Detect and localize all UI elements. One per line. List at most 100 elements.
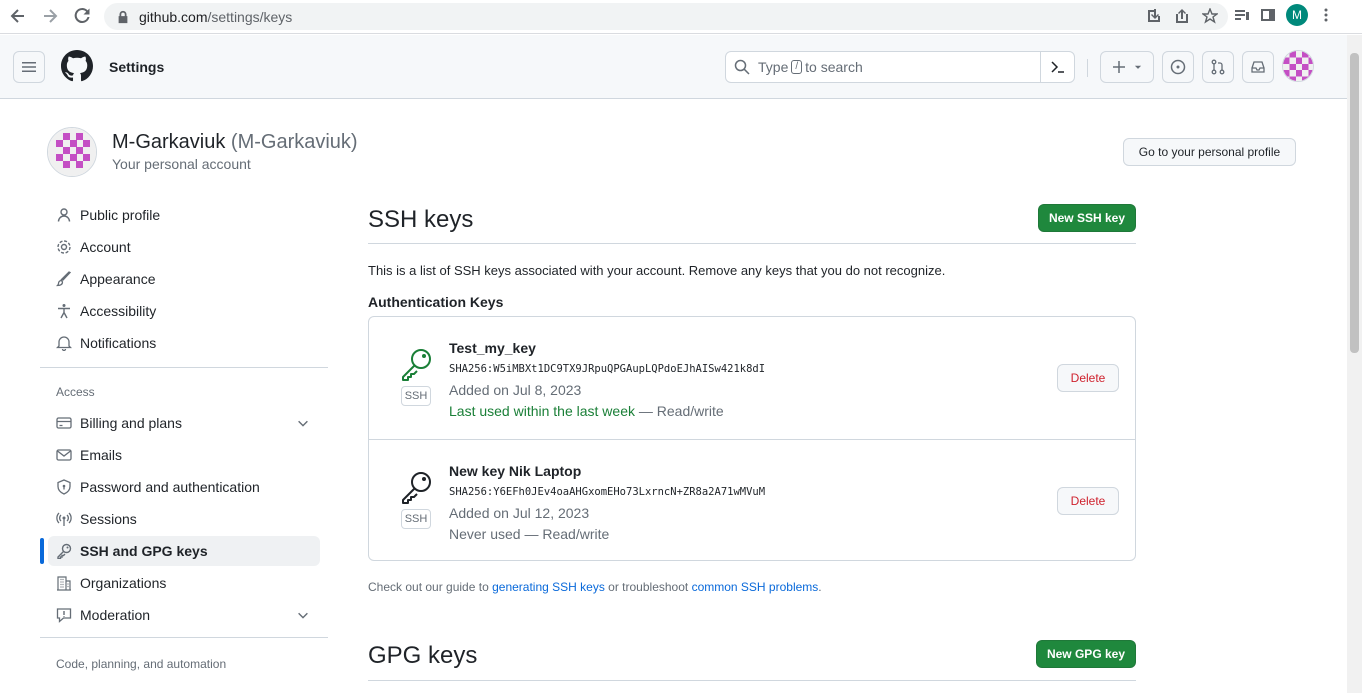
scrollbar-thumb[interactable] <box>1350 53 1359 353</box>
command-palette-button[interactable] <box>1040 52 1074 82</box>
key-title: New key Nik Laptop <box>449 463 582 479</box>
lock-icon <box>118 10 128 23</box>
go-to-profile-button[interactable]: Go to your personal profile <box>1123 138 1296 166</box>
person-icon <box>56 207 72 223</box>
sidebar-item-notifications[interactable]: Notifications <box>48 328 320 358</box>
authentication-keys-heading: Authentication Keys <box>368 294 504 310</box>
install-icon[interactable] <box>1146 8 1162 24</box>
create-new-button[interactable] <box>1100 51 1154 83</box>
account-login: (M-Garkaviuk) <box>230 131 358 153</box>
ssh-key-row: SSH New key Nik Laptop SHA256:Y6EFh0JEv4… <box>369 439 1135 561</box>
github-logo-icon[interactable] <box>61 50 93 82</box>
ssh-key-row: SSH Test_my_key SHA256:W5iMBXt1DC9TX9JRp… <box>369 317 1135 439</box>
address-bar[interactable]: github.com/settings/keys <box>104 3 1228 30</box>
sidebar-heading-access: Access <box>56 385 95 399</box>
key-icon <box>402 472 431 504</box>
delete-key-button[interactable]: Delete <box>1057 487 1119 515</box>
key-added-date: Added on Jul 12, 2023 <box>449 505 590 521</box>
key-title: Test_my_key <box>449 340 536 356</box>
sidebar-item-public-profile[interactable]: Public profile <box>48 200 320 230</box>
triangle-down-icon <box>1134 65 1142 69</box>
page-scrollbar[interactable] <box>1347 35 1362 693</box>
bookmark-star-icon[interactable] <box>1202 8 1218 24</box>
url-text: github.com/settings/keys <box>139 8 293 25</box>
key-fingerprint: SHA256:Y6EFh0JEv4oaAHGxomEHo73LxrncN+ZR8… <box>449 486 766 498</box>
page-title: Settings <box>109 59 165 75</box>
sidebar-item-billing[interactable]: Billing and plans <box>48 408 320 438</box>
browser-profile-avatar[interactable]: M <box>1286 4 1308 26</box>
account-avatar <box>47 127 97 177</box>
generating-ssh-keys-link[interactable]: generating SSH keys <box>492 580 605 594</box>
credit-card-icon <box>56 415 72 431</box>
menu-button[interactable] <box>13 51 45 83</box>
ssh-intro-text: This is a list of SSH keys associated wi… <box>368 263 946 278</box>
sidebar-item-accessibility[interactable]: Accessibility <box>48 296 320 326</box>
key-icon <box>56 543 72 559</box>
key-added-date: Added on Jul 8, 2023 <box>449 382 582 398</box>
search-input[interactable]: Type / to search <box>725 51 1075 83</box>
search-icon <box>734 59 750 75</box>
reading-list-icon[interactable] <box>1234 7 1250 23</box>
hamburger-icon <box>22 62 36 72</box>
user-avatar[interactable] <box>1282 50 1314 82</box>
sidebar-item-account[interactable]: Account <box>48 232 320 262</box>
terminal-icon <box>1050 61 1064 73</box>
ssh-keys-list: SSH Test_my_key SHA256:W5iMBXt1DC9TX9JRp… <box>368 316 1136 561</box>
sidebar-item-password[interactable]: Password and authentication <box>48 472 320 502</box>
inbox-button[interactable] <box>1242 51 1274 83</box>
paintbrush-icon <box>56 271 72 287</box>
chevron-down-icon[interactable] <box>296 608 310 622</box>
account-name: M-Garkaviuk (M-Garkaviuk) <box>112 131 358 153</box>
pull-requests-button[interactable] <box>1202 51 1234 83</box>
issue-opened-icon <box>1170 59 1186 75</box>
forward-icon[interactable] <box>36 2 64 30</box>
ssh-badge: SSH <box>401 386 431 406</box>
shield-icon <box>56 479 72 495</box>
browser-toolbar: github.com/settings/keys M <box>0 0 1362 34</box>
heading-divider <box>368 680 1136 681</box>
common-ssh-problems-link[interactable]: common SSH problems <box>692 580 819 594</box>
delete-key-button[interactable]: Delete <box>1057 364 1119 392</box>
chevron-down-icon[interactable] <box>296 416 310 430</box>
accessibility-icon <box>56 303 72 319</box>
back-icon[interactable] <box>4 2 32 30</box>
gear-icon <box>56 239 72 255</box>
key-icon <box>402 349 431 381</box>
sidebar-divider <box>40 367 328 368</box>
git-pull-request-icon <box>1211 59 1225 75</box>
bell-icon <box>56 335 72 351</box>
ssh-badge: SSH <box>401 509 431 529</box>
report-icon <box>56 607 72 623</box>
sidebar-item-appearance[interactable]: Appearance <box>48 264 320 294</box>
sidebar-item-emails[interactable]: Emails <box>48 440 320 470</box>
heading-divider <box>368 243 1136 244</box>
search-shortcut-key: / <box>791 60 803 74</box>
inbox-icon <box>1251 61 1265 73</box>
account-subtitle: Your personal account <box>112 156 251 172</box>
sidebar-item-moderation[interactable]: Moderation <box>48 600 320 630</box>
issues-button[interactable] <box>1162 51 1194 83</box>
broadcast-icon <box>56 511 72 527</box>
key-fingerprint: SHA256:W5iMBXt1DC9TX9JRpuQPGAupLQPdoEJhA… <box>449 363 766 375</box>
reload-icon[interactable] <box>68 2 96 30</box>
sidebar-divider <box>40 637 328 638</box>
sidebar-heading-code: Code, planning, and automation <box>56 657 227 671</box>
organization-icon <box>56 575 72 591</box>
sidebar-item-organizations[interactable]: Organizations <box>48 568 320 598</box>
key-last-used: Never used — Read/write <box>449 526 610 542</box>
sidebar-item-sessions[interactable]: Sessions <box>48 504 320 534</box>
new-ssh-key-button[interactable]: New SSH key <box>1038 204 1136 232</box>
plus-icon <box>1113 61 1125 73</box>
ssh-guide-text: Check out our guide to generating SSH ke… <box>368 580 822 594</box>
share-icon[interactable] <box>1174 8 1190 24</box>
github-header: Settings Type / to search <box>0 35 1347 99</box>
active-indicator <box>40 538 44 564</box>
side-panel-icon[interactable] <box>1260 7 1276 23</box>
sidebar-item-ssh-gpg-keys[interactable]: SSH and GPG keys <box>48 536 320 566</box>
new-gpg-key-button[interactable]: New GPG key <box>1036 640 1136 668</box>
gpg-keys-heading: GPG keys <box>368 642 478 669</box>
mail-icon <box>56 447 72 463</box>
header-divider <box>1087 59 1088 77</box>
ssh-keys-heading: SSH keys <box>368 206 474 233</box>
more-vert-icon[interactable] <box>1318 7 1334 23</box>
